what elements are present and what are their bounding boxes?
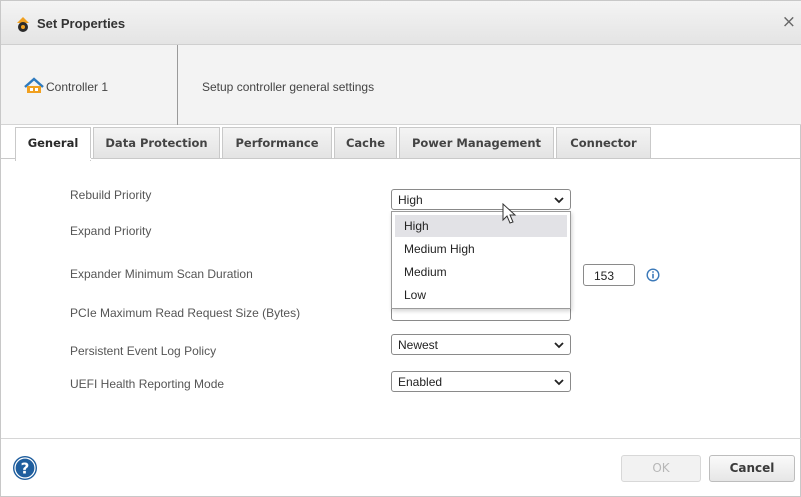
- expander-scan-label: Expander Minimum Scan Duration: [70, 267, 253, 281]
- rebuild-priority-value: High: [398, 193, 423, 207]
- expander-scan-input[interactable]: 153: [583, 264, 635, 286]
- tab-data-protection[interactable]: Data Protection: [93, 127, 220, 159]
- help-icon[interactable]: ?: [12, 455, 38, 481]
- dialog-title: Set Properties: [37, 16, 126, 31]
- settings-gear-icon: [17, 17, 29, 32]
- event-log-label: Persistent Event Log Policy: [70, 344, 217, 358]
- tab-power-management[interactable]: Power Management: [399, 127, 554, 159]
- ok-button[interactable]: OK: [621, 455, 701, 482]
- event-log-select[interactable]: Newest: [391, 334, 571, 355]
- header-divider: [177, 45, 178, 125]
- option-high[interactable]: High: [395, 215, 567, 237]
- set-properties-dialog: Set Properties × Controller 1 Setup cont…: [0, 0, 801, 497]
- info-icon[interactable]: [646, 268, 660, 282]
- close-icon[interactable]: ×: [782, 12, 796, 32]
- chevron-down-icon: [554, 379, 564, 386]
- event-log-value: Newest: [398, 338, 439, 352]
- uefi-health-label: UEFI Health Reporting Mode: [70, 377, 225, 391]
- controller-header: Controller 1 Setup controller general se…: [1, 45, 801, 125]
- tab-underline: [1, 158, 801, 159]
- expand-priority-label: Expand Priority: [70, 224, 152, 238]
- pcie-read-label: PCIe Maximum Read Request Size (Bytes): [70, 306, 301, 320]
- uefi-health-select[interactable]: Enabled: [391, 371, 571, 392]
- rebuild-priority-dropdown: High Medium High Medium Low: [391, 211, 571, 309]
- controller-name: Controller 1: [46, 80, 109, 94]
- mouse-cursor-icon: [502, 203, 517, 224]
- option-medium[interactable]: Medium: [395, 261, 567, 283]
- chevron-down-icon: [554, 342, 564, 349]
- tab-general[interactable]: General: [15, 127, 91, 161]
- tab-performance[interactable]: Performance: [222, 127, 332, 159]
- tab-connector[interactable]: Connector: [556, 127, 651, 159]
- expander-scan-value: 153: [594, 269, 615, 283]
- option-low[interactable]: Low: [395, 284, 567, 306]
- tab-cache[interactable]: Cache: [334, 127, 397, 159]
- cancel-button[interactable]: Cancel: [709, 455, 795, 482]
- uefi-health-value: Enabled: [398, 375, 443, 389]
- controller-icon: [24, 77, 44, 93]
- svg-text:?: ?: [21, 460, 30, 478]
- tab-bar: General Data Protection Performance Cach…: [15, 127, 653, 161]
- chevron-down-icon: [554, 197, 564, 204]
- controller-description: Setup controller general settings: [202, 80, 375, 94]
- rebuild-priority-select[interactable]: High: [391, 189, 571, 210]
- title-bar: Set Properties ×: [1, 1, 801, 45]
- rebuild-priority-label: Rebuild Priority: [70, 188, 152, 202]
- footer-divider: [1, 438, 801, 439]
- option-medium-high[interactable]: Medium High: [395, 238, 567, 260]
